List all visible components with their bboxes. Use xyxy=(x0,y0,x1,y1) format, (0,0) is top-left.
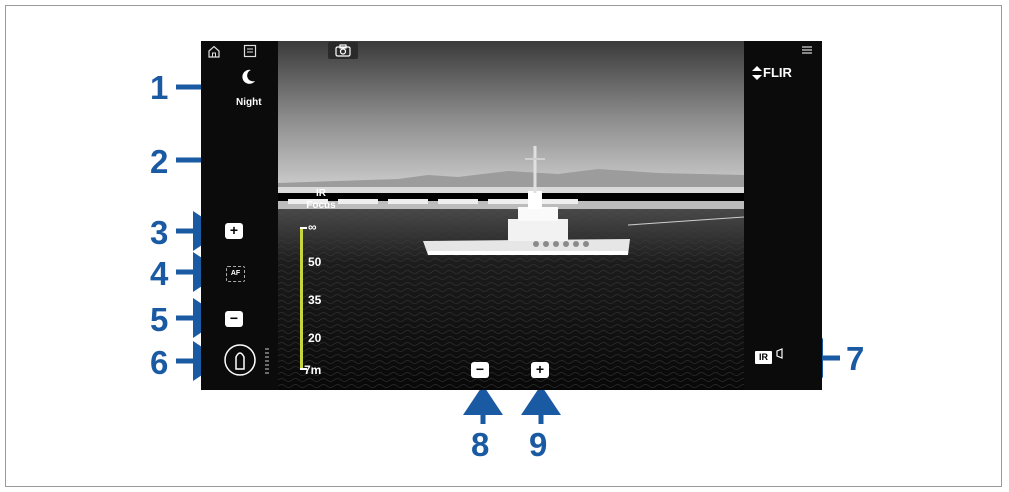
camera-app-screen: IR Focus ∞ 50 35 20 7m − + Night + AF − … xyxy=(201,41,822,390)
menu-list-icon[interactable] xyxy=(243,44,257,58)
ir-focus-label-line2: Focus xyxy=(306,200,336,211)
night-mode-label: Night xyxy=(236,97,262,108)
focus-tick-50: 50 xyxy=(308,255,322,269)
focus-tick-20: 20 xyxy=(308,331,322,345)
zoom-out-bottom-button[interactable]: − xyxy=(471,362,489,378)
callout-6: 6 xyxy=(150,344,169,381)
boat-heading-icon xyxy=(235,352,245,370)
camera-icon xyxy=(335,44,351,57)
heading-dial[interactable] xyxy=(223,343,273,379)
thermal-camera-view[interactable]: IR Focus ∞ 50 35 20 7m − + xyxy=(278,41,744,390)
zoom-in-button[interactable]: + xyxy=(225,223,243,239)
ir-video-toggle[interactable]: IR xyxy=(755,347,786,364)
callout-9: 9 xyxy=(529,426,548,463)
callout-5: 5 xyxy=(150,301,169,338)
moon-icon[interactable] xyxy=(241,68,257,86)
zoom-in-bottom-button[interactable]: + xyxy=(531,362,549,378)
video-camera-icon xyxy=(776,348,784,359)
ir-focus-label: IR Focus xyxy=(305,188,337,212)
callout-8: 8 xyxy=(471,426,490,463)
focus-scale-bar xyxy=(300,227,303,370)
callout-1: 1 xyxy=(150,69,169,106)
callout-7: 7 xyxy=(846,340,865,377)
callout-2: 2 xyxy=(150,143,169,180)
focus-tick-7m: 7m xyxy=(304,363,322,377)
snapshot-button[interactable] xyxy=(328,42,358,59)
flir-logo-text: FLIR xyxy=(763,65,792,80)
focus-scale-cap-top xyxy=(300,227,307,229)
focus-tick-35: 35 xyxy=(308,293,322,307)
left-sidebar: Night + AF − xyxy=(201,41,278,390)
zoom-out-button[interactable]: − xyxy=(225,311,243,327)
hamburger-menu-icon[interactable] xyxy=(801,45,813,55)
right-sidebar: FLIR IR xyxy=(744,41,822,390)
callout-4: 4 xyxy=(150,255,169,292)
autofocus-button[interactable]: AF xyxy=(226,266,245,282)
ir-badge: IR xyxy=(755,351,772,364)
ir-focus-label-line1: IR xyxy=(316,188,326,199)
focus-tick-infinity: ∞ xyxy=(308,220,317,234)
home-icon[interactable] xyxy=(207,45,221,58)
callout-3: 3 xyxy=(150,214,169,251)
flir-logo-icon xyxy=(752,66,762,80)
